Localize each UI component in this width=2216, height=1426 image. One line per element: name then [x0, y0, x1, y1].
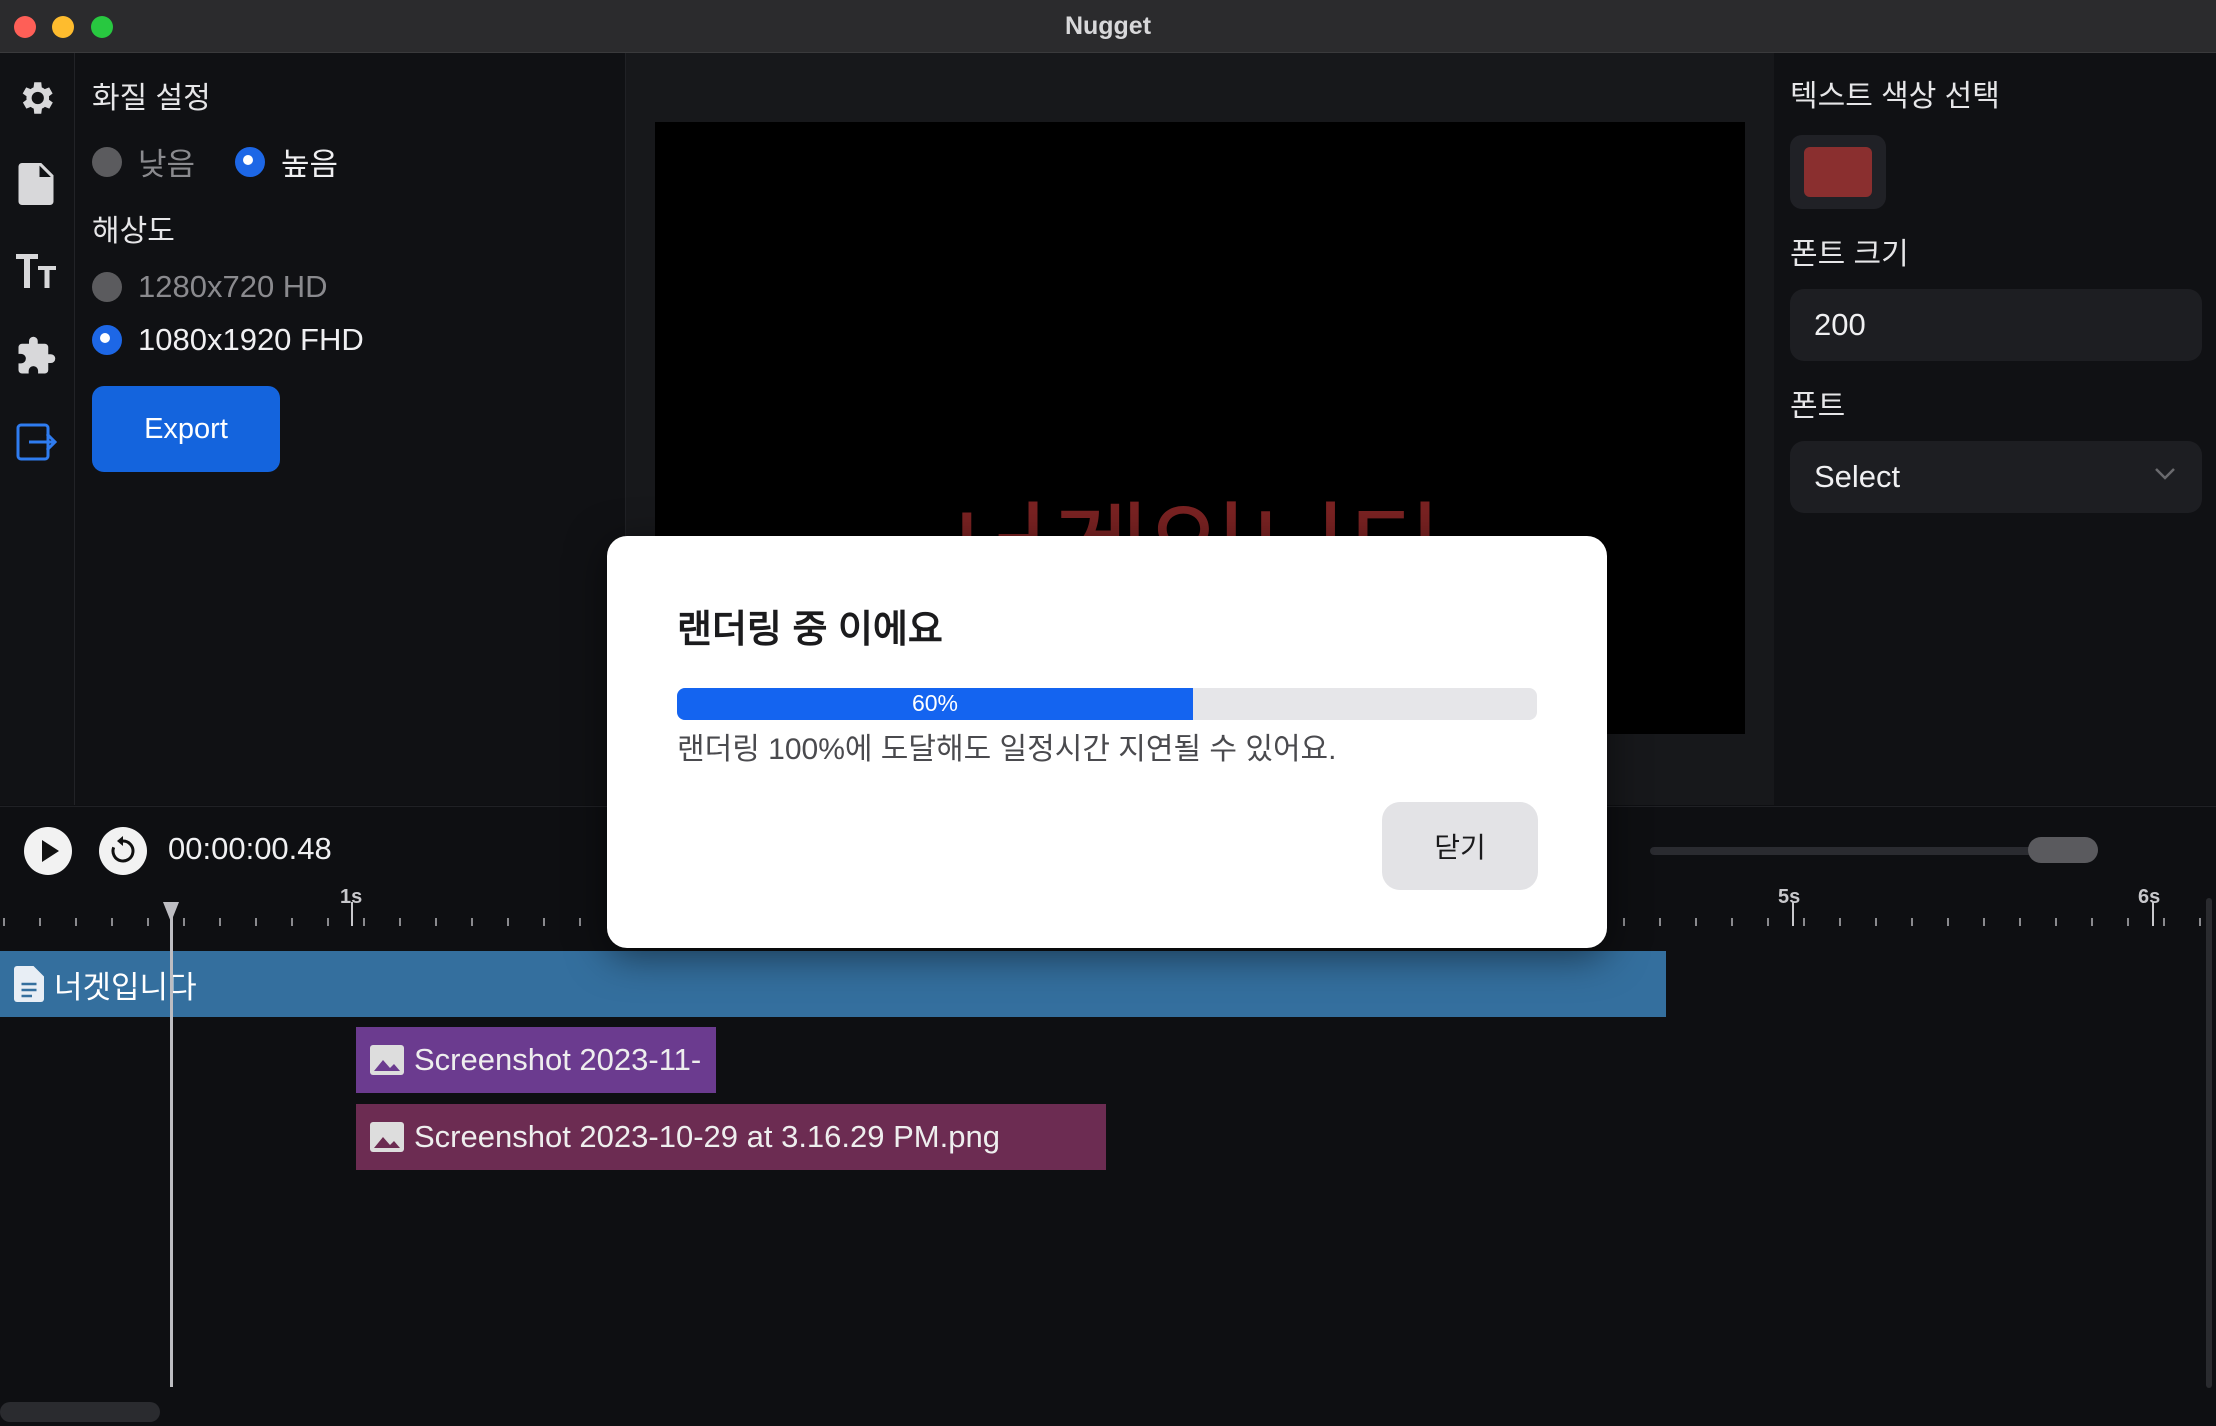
close-button[interactable]: 닫기 — [1382, 802, 1538, 890]
rendering-dialog: 랜더링 중 이에요 60% 랜더링 100%에 도달해도 일정시간 지연될 수 … — [607, 536, 1607, 948]
render-progress-bar: 60% — [677, 688, 1537, 720]
dialog-note: 랜더링 100%에 도달해도 일정시간 지연될 수 있어요. — [677, 733, 1337, 766]
dialog-title: 랜더링 중 이에요 — [677, 609, 943, 651]
progress-label: 60% — [911, 690, 959, 716]
